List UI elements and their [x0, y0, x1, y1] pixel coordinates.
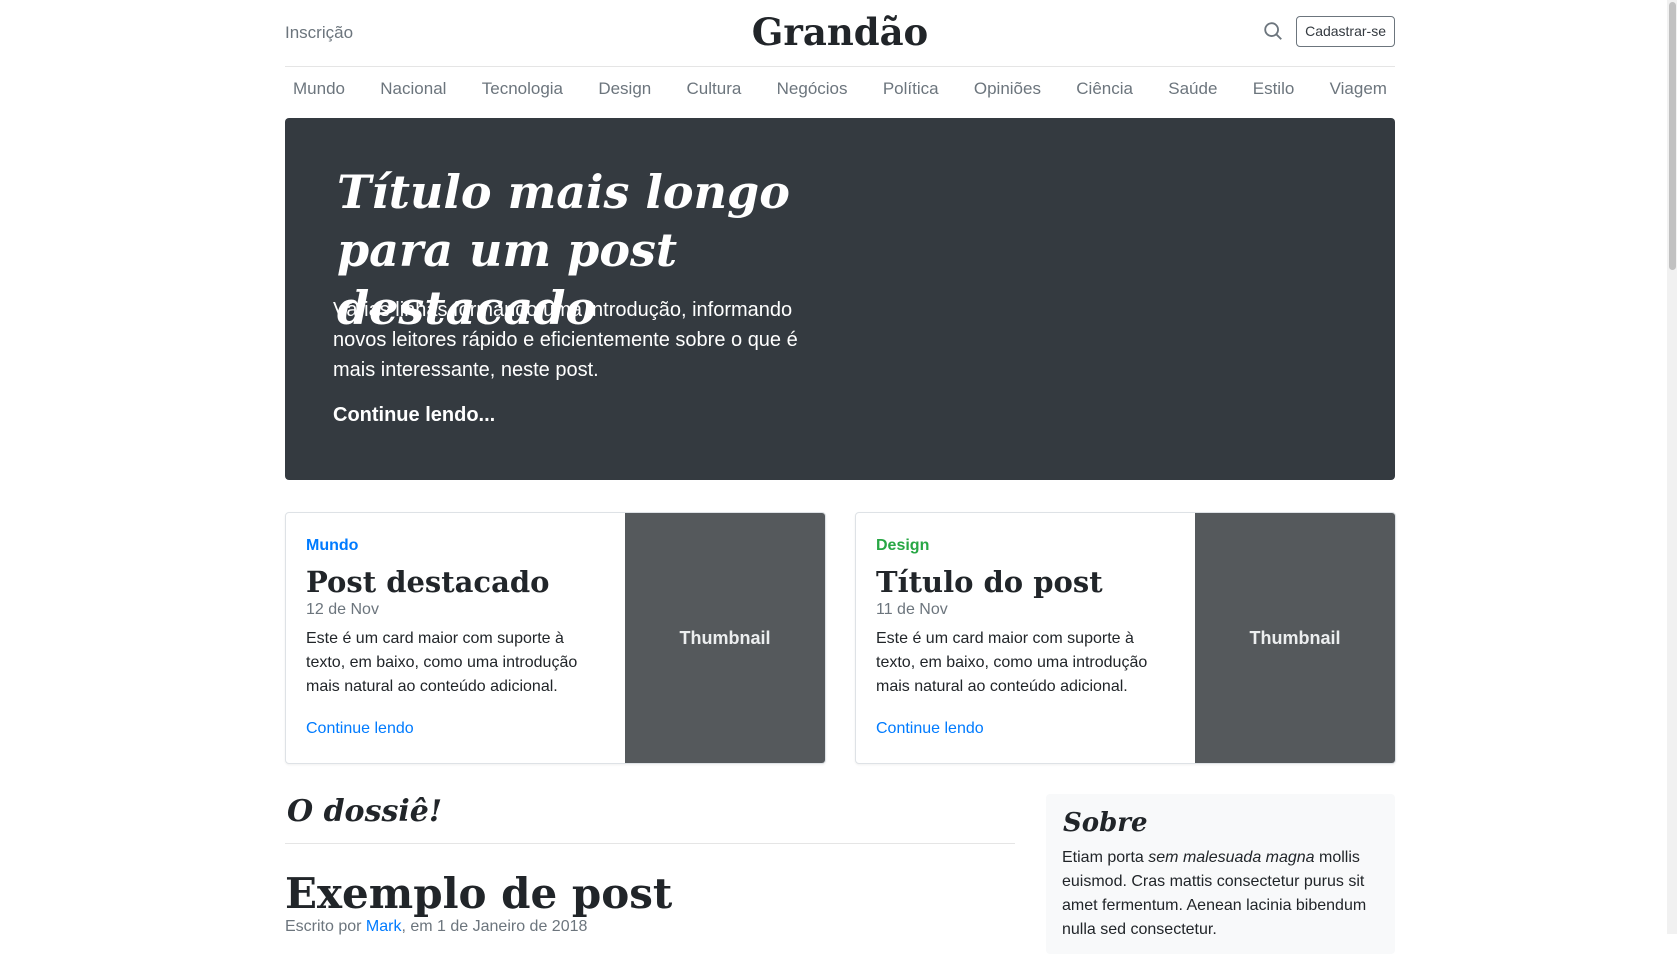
post-author-link[interactable]: Mark	[366, 918, 402, 935]
post-meta: Escrito por Mark, em 1 de Janeiro de 201…	[285, 918, 587, 936]
nav-item-politica[interactable]: Política	[875, 79, 947, 99]
signup-button[interactable]: Cadastrar-se	[1296, 16, 1395, 47]
card-date: 12 de Nov	[306, 601, 379, 618]
card-continue-link[interactable]: Continue lendo	[306, 720, 414, 738]
card-date: 11 de Nov	[876, 601, 948, 618]
post-card: Mundo Post destacado 12 de Nov Este é um…	[285, 512, 826, 764]
nav-item-cultura[interactable]: Cultura	[679, 79, 750, 99]
nav-item-mundo[interactable]: Mundo	[285, 79, 353, 99]
card-text: Este é um card maior com suporte à texto…	[306, 630, 578, 695]
card-category: Design	[876, 537, 930, 554]
card-thumbnail: Thumbnail	[625, 513, 825, 763]
featured-continue-link[interactable]: Continue lendo...	[333, 404, 495, 427]
featured-lead: Várias linhas formando uma introdução, i…	[333, 299, 798, 381]
card-title: Post destacado	[306, 565, 550, 599]
category-nav: Mundo Nacional Tecnologia Design Cultura…	[285, 66, 1395, 112]
post-meta-prefix: Escrito por	[285, 918, 366, 935]
card-category: Mundo	[306, 537, 359, 554]
search-icon[interactable]	[1262, 20, 1284, 42]
nav-item-opinioes[interactable]: Opiniões	[966, 79, 1049, 99]
nav-item-tecnologia[interactable]: Tecnologia	[474, 79, 571, 99]
nav-item-saude[interactable]: Saúde	[1160, 79, 1225, 99]
about-box: Sobre Etiam porta sem malesuada magna mo…	[1046, 794, 1395, 954]
nav-item-estilo[interactable]: Estilo	[1245, 79, 1303, 99]
card-thumbnail: Thumbnail	[1195, 513, 1395, 763]
card-continue-link[interactable]: Continue lendo	[876, 720, 984, 738]
nav-item-ciencia[interactable]: Ciência	[1068, 79, 1141, 99]
card-text: Este é um card maior com suporte à texto…	[876, 630, 1148, 695]
nav-item-nacional[interactable]: Nacional	[372, 79, 454, 99]
post-meta-date: , em 1 de Janeiro de 2018	[401, 918, 588, 935]
nav-item-design[interactable]: Design	[590, 79, 659, 99]
post-card: Design Título do post 11 de Nov Este é u…	[855, 512, 1396, 764]
site-header: Inscrição Grandão Cadastrar-se	[285, 0, 1395, 67]
site-brand[interactable]: Grandão	[285, 10, 1395, 54]
featured-post-banner: Título mais longo para um post destacado…	[285, 118, 1395, 480]
about-text: Etiam porta sem malesuada magna mollis e…	[1062, 846, 1380, 942]
about-title: Sobre	[1063, 808, 1148, 838]
section-heading: O dossiê!	[285, 792, 1015, 844]
post-title: Exemplo de post	[285, 869, 673, 918]
about-text-start: Etiam porta	[1062, 849, 1149, 866]
nav-item-negocios[interactable]: Negócios	[769, 79, 856, 99]
section-title: O dossiê!	[287, 794, 442, 829]
page-scrollbar[interactable]	[1667, 0, 1677, 934]
scrollbar-thumb[interactable]	[1669, 2, 1676, 270]
nav-item-viagem[interactable]: Viagem	[1322, 79, 1395, 99]
about-text-emphasis: sem malesuada magna	[1148, 849, 1315, 866]
card-title: Título do post	[876, 565, 1103, 599]
